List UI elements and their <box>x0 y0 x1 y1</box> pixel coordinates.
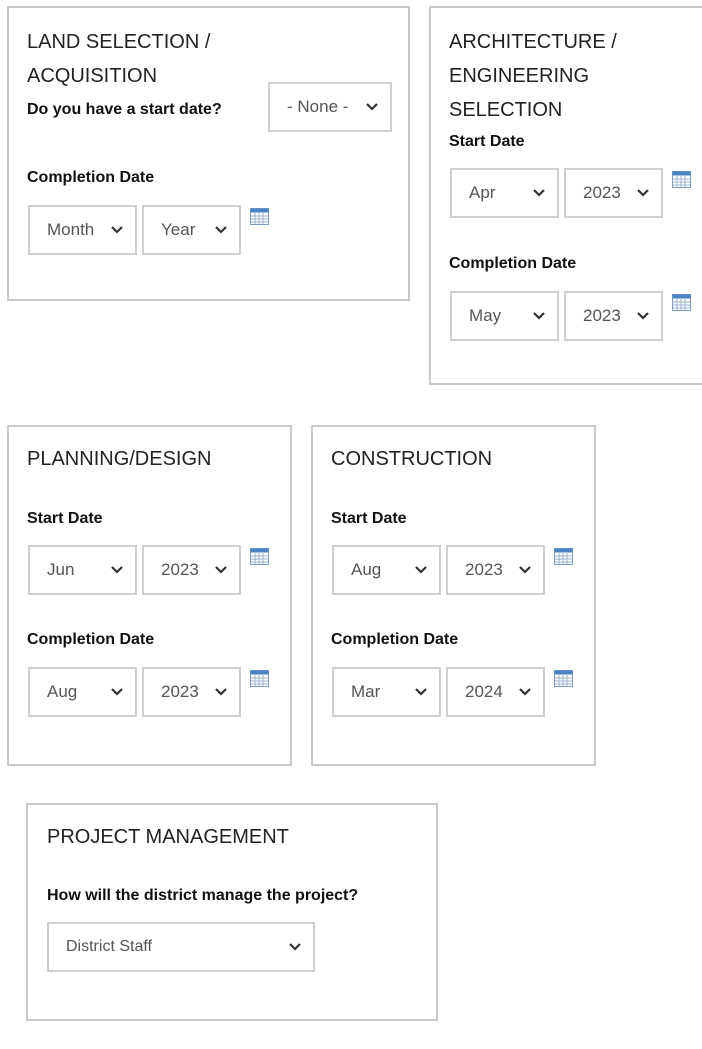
chevron-down-icon <box>111 566 123 574</box>
construction-panel: CONSTRUCTION Start Date Aug 2023 Complet… <box>311 425 596 766</box>
start-date-label: Start Date <box>331 510 407 527</box>
chevron-down-icon <box>637 189 649 197</box>
chevron-down-icon <box>415 566 427 574</box>
completion-month-select[interactable]: May <box>450 291 559 341</box>
panel-title: ACQUISITION <box>27 65 158 87</box>
start-year-select[interactable]: 2023 <box>142 545 241 595</box>
chevron-down-icon <box>519 566 531 574</box>
land-selection-panel: LAND SELECTION / ACQUISITION Do you have… <box>7 6 410 301</box>
chevron-down-icon <box>533 189 545 197</box>
panel-title: PROJECT MANAGEMENT <box>47 826 289 848</box>
start-month-select[interactable]: Jun <box>28 545 137 595</box>
panel-title: ENGINEERING <box>449 65 590 87</box>
panel-title: LAND SELECTION / <box>27 31 211 53</box>
chevron-down-icon <box>415 688 427 696</box>
start-month-select[interactable]: Apr <box>450 168 559 218</box>
start-date-select[interactable]: - None - <box>268 82 392 132</box>
calendar-icon[interactable] <box>250 548 269 565</box>
project-management-panel: PROJECT MANAGEMENT How will the district… <box>26 803 438 1021</box>
chevron-down-icon <box>111 226 123 234</box>
panel-title: PLANNING/DESIGN <box>27 448 212 470</box>
calendar-icon[interactable] <box>250 208 269 225</box>
panel-title: CONSTRUCTION <box>331 448 493 470</box>
chevron-down-icon <box>366 103 378 111</box>
completion-date-label: Completion Date <box>331 631 459 648</box>
select-value: District Staff <box>66 938 152 955</box>
chevron-down-icon <box>637 312 649 320</box>
completion-year-select[interactable]: Year <box>142 205 241 255</box>
calendar-icon[interactable] <box>554 670 573 687</box>
start-year-select[interactable]: 2023 <box>564 168 663 218</box>
chevron-down-icon <box>215 688 227 696</box>
start-month-select[interactable]: Aug <box>332 545 441 595</box>
completion-year-select[interactable]: 2023 <box>564 291 663 341</box>
project-manager-select[interactable]: District Staff <box>47 922 315 972</box>
chevron-down-icon <box>519 688 531 696</box>
chevron-down-icon <box>533 312 545 320</box>
completion-year-select[interactable]: 2024 <box>446 667 545 717</box>
chevron-down-icon <box>111 688 123 696</box>
chevron-down-icon <box>215 226 227 234</box>
completion-date-label: Completion Date <box>27 169 155 186</box>
completion-month-select[interactable]: Mar <box>332 667 441 717</box>
planning-design-panel: PLANNING/DESIGN Start Date Jun 2023 Comp… <box>7 425 292 766</box>
start-date-question: Do you have a start date? <box>27 101 222 118</box>
panel-title: ARCHITECTURE / <box>449 31 617 53</box>
calendar-icon[interactable] <box>672 171 691 188</box>
start-year-select[interactable]: 2023 <box>446 545 545 595</box>
panel-title: SELECTION <box>449 99 563 121</box>
completion-date-label: Completion Date <box>27 631 155 648</box>
calendar-icon[interactable] <box>672 294 691 311</box>
completion-month-select[interactable]: Month <box>28 205 137 255</box>
chevron-down-icon <box>215 566 227 574</box>
calendar-icon[interactable] <box>554 548 573 565</box>
completion-date-label: Completion Date <box>449 255 577 272</box>
start-date-label: Start Date <box>449 133 525 150</box>
calendar-icon[interactable] <box>250 670 269 687</box>
architecture-engineering-panel: ARCHITECTURE / ENGINEERING SELECTION Sta… <box>429 6 702 385</box>
manage-project-question: How will the district manage the project… <box>47 887 359 904</box>
start-date-label: Start Date <box>27 510 103 527</box>
chevron-down-icon <box>289 943 301 951</box>
completion-month-select[interactable]: Aug <box>28 667 137 717</box>
completion-year-select[interactable]: 2023 <box>142 667 241 717</box>
